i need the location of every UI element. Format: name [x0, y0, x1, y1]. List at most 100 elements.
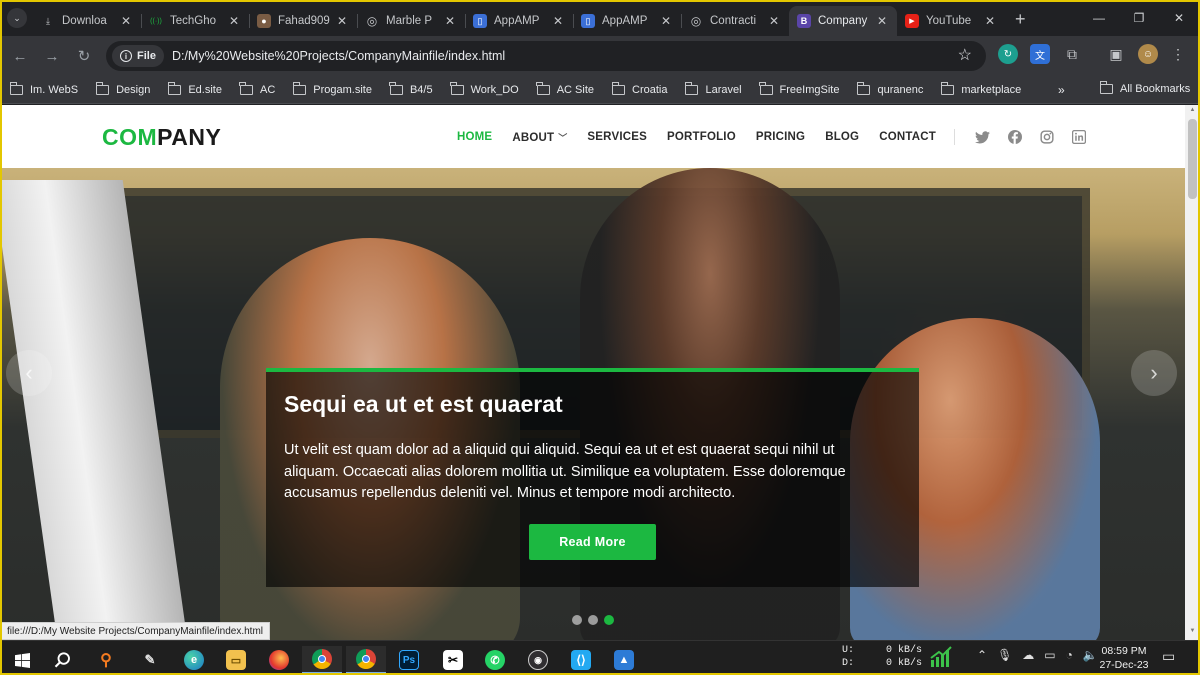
chevron-up-icon[interactable]: ⌃ [977, 648, 987, 662]
tab-close-icon[interactable]: ✕ [767, 14, 781, 28]
tab-close-icon[interactable]: ✕ [443, 14, 457, 28]
tab-contracti[interactable]: ◎ Contracti ✕ [681, 6, 789, 36]
bookmark-folder[interactable]: quranenc [856, 81, 923, 96]
tab-title: AppAMP [494, 15, 540, 27]
carousel-indicator[interactable] [588, 615, 598, 625]
tab-youtube[interactable]: ▶ YouTube ✕ [897, 6, 1005, 36]
wifi-icon[interactable]: ◔ [1066, 648, 1073, 662]
back-arrow-icon[interactable]: ← [4, 40, 36, 72]
folder-icon [167, 81, 182, 95]
tab-close-icon[interactable]: ✕ [659, 14, 673, 28]
microphone-icon[interactable]: 🎙 [997, 648, 1012, 662]
carousel-prev-icon[interactable]: ‹ [6, 350, 52, 396]
extension-translate-icon[interactable]: 文 [1030, 44, 1050, 64]
site-logo[interactable]: COMPANY [102, 124, 221, 151]
nav-blog[interactable]: BLOG [825, 131, 859, 143]
battery-icon[interactable]: ▭ [1044, 648, 1055, 662]
bookmark-folder[interactable]: AC Site [536, 81, 594, 96]
carousel-indicator-active[interactable] [604, 615, 614, 625]
tab-close-icon[interactable]: ✕ [875, 14, 889, 28]
tab-search-button[interactable]: ⌄ [7, 8, 27, 28]
nav-about[interactable]: ABOUT ﹀ [512, 131, 567, 144]
page-viewport: COMPANY HOME ABOUT ﹀ SERVICES PORTFOLIO P… [0, 105, 1185, 640]
chrome-profile-icon[interactable] [346, 646, 386, 674]
tab-close-icon[interactable]: ✕ [119, 14, 133, 28]
capcut-icon[interactable]: ✂ [433, 646, 473, 674]
read-more-button[interactable]: Read More [529, 524, 656, 560]
search-app-icon[interactable]: ⚲ [86, 646, 126, 674]
bookmark-folder[interactable]: marketplace [940, 81, 1021, 96]
carousel-indicator[interactable] [572, 615, 582, 625]
side-panel-icon[interactable]: ▣ [1106, 44, 1126, 64]
tab-marble[interactable]: ◎ Marble P ✕ [357, 6, 465, 36]
scroll-up-icon[interactable]: ▲ [1188, 107, 1197, 117]
bookmark-folder[interactable]: B4/5 [389, 81, 433, 96]
browser-menu-icon[interactable]: ⋮ [1168, 44, 1188, 64]
bookmark-folder[interactable]: Progam.site [292, 81, 372, 96]
bookmark-folder[interactable]: Work_DO [450, 81, 519, 96]
tab-downloads[interactable]: ⤓ Downloa ✕ [33, 6, 141, 36]
bookmark-folder[interactable]: Design [95, 81, 150, 96]
facebook-icon[interactable] [1007, 129, 1023, 145]
all-bookmarks-button[interactable]: All Bookmarks [1099, 81, 1190, 95]
network-graph-icon[interactable] [930, 646, 952, 673]
nav-services[interactable]: SERVICES [587, 131, 647, 143]
tab-appamp-1[interactable]: ▯ AppAMP ✕ [465, 6, 573, 36]
photoshop-icon[interactable]: Ps [389, 646, 429, 674]
bookmark-folder[interactable]: Ed.site [167, 81, 222, 96]
extension-sync-icon[interactable]: ↻ [998, 44, 1018, 64]
address-bar[interactable]: i File D:/My%20Website%20Projects/Compan… [106, 41, 986, 71]
vscode-icon[interactable]: ⟨⟩ [561, 646, 601, 674]
bookmark-folder[interactable]: Im. WebS [9, 81, 78, 96]
instagram-icon[interactable] [1039, 129, 1055, 145]
chrome-icon[interactable] [302, 646, 342, 674]
bookmark-folder[interactable]: Laravel [684, 81, 742, 96]
firefox-icon[interactable] [259, 646, 299, 674]
linkedin-icon[interactable] [1071, 129, 1087, 145]
cloud-icon[interactable]: ☁ [1022, 648, 1034, 662]
edge-icon[interactable]: e [174, 646, 214, 674]
nav-portfolio[interactable]: PORTFOLIO [667, 131, 736, 143]
tab-close-icon[interactable]: ✕ [983, 14, 997, 28]
bookmark-folder[interactable]: FreeImgSite [759, 81, 839, 96]
profile-avatar[interactable]: ☺ [1138, 44, 1158, 64]
close-window-button[interactable]: ✕ [1156, 0, 1200, 36]
page-scrollbar[interactable]: ▲ ▼ [1185, 105, 1200, 640]
tab-close-icon[interactable]: ✕ [551, 14, 565, 28]
file-explorer-icon[interactable]: ▭ [216, 646, 256, 674]
carousel-next-icon[interactable]: › [1131, 350, 1177, 396]
nav-contact[interactable]: CONTACT [879, 131, 936, 143]
scroll-down-icon[interactable]: ▼ [1188, 628, 1197, 638]
bookmarks-overflow-button[interactable]: » [1058, 83, 1065, 97]
tab-close-icon[interactable]: ✕ [227, 14, 241, 28]
forward-arrow-icon[interactable]: → [36, 40, 68, 72]
tab-techghor[interactable]: ((·)) TechGho ✕ [141, 6, 249, 36]
bookmark-star-icon[interactable]: ☆ [958, 45, 972, 65]
photos-app-icon[interactable]: ▲ [604, 646, 644, 674]
scroll-thumb[interactable] [1188, 119, 1197, 199]
site-info-chip[interactable]: i File [112, 45, 164, 67]
tab-appamp-2[interactable]: ▯ AppAMP ✕ [573, 6, 681, 36]
tab-company[interactable]: B Company ✕ [789, 6, 897, 36]
youtube-icon: ▶ [905, 14, 919, 28]
nav-pricing[interactable]: PRICING [756, 131, 805, 143]
bookmark-folder[interactable]: AC [239, 81, 275, 96]
obs-icon[interactable]: ◉ [518, 646, 558, 674]
twitter-icon[interactable] [975, 129, 991, 145]
folder-icon [940, 81, 955, 95]
windows-start-icon[interactable] [2, 646, 42, 674]
whatsapp-icon[interactable]: ✆ [475, 646, 515, 674]
reload-icon[interactable]: ↻ [68, 40, 100, 72]
eyedropper-icon[interactable]: ✎ [130, 646, 170, 674]
search-icon[interactable] [43, 646, 83, 674]
nav-home[interactable]: HOME [457, 131, 492, 143]
extensions-puzzle-icon[interactable]: ⧉ [1062, 44, 1082, 64]
tab-fahad909[interactable]: ● Fahad909 ✕ [249, 6, 357, 36]
url-text[interactable]: D:/My%20Website%20Projects/CompanyMainfi… [172, 49, 505, 63]
new-tab-button[interactable]: + [1015, 9, 1026, 30]
volume-icon[interactable]: 🔈 [1083, 648, 1098, 662]
notification-icon[interactable]: ▭ [1162, 648, 1175, 665]
taskbar-clock[interactable]: 08:59 PM 27-Dec-23 [1098, 644, 1150, 672]
tab-close-icon[interactable]: ✕ [335, 14, 349, 28]
bookmark-folder[interactable]: Croatia [611, 81, 667, 96]
